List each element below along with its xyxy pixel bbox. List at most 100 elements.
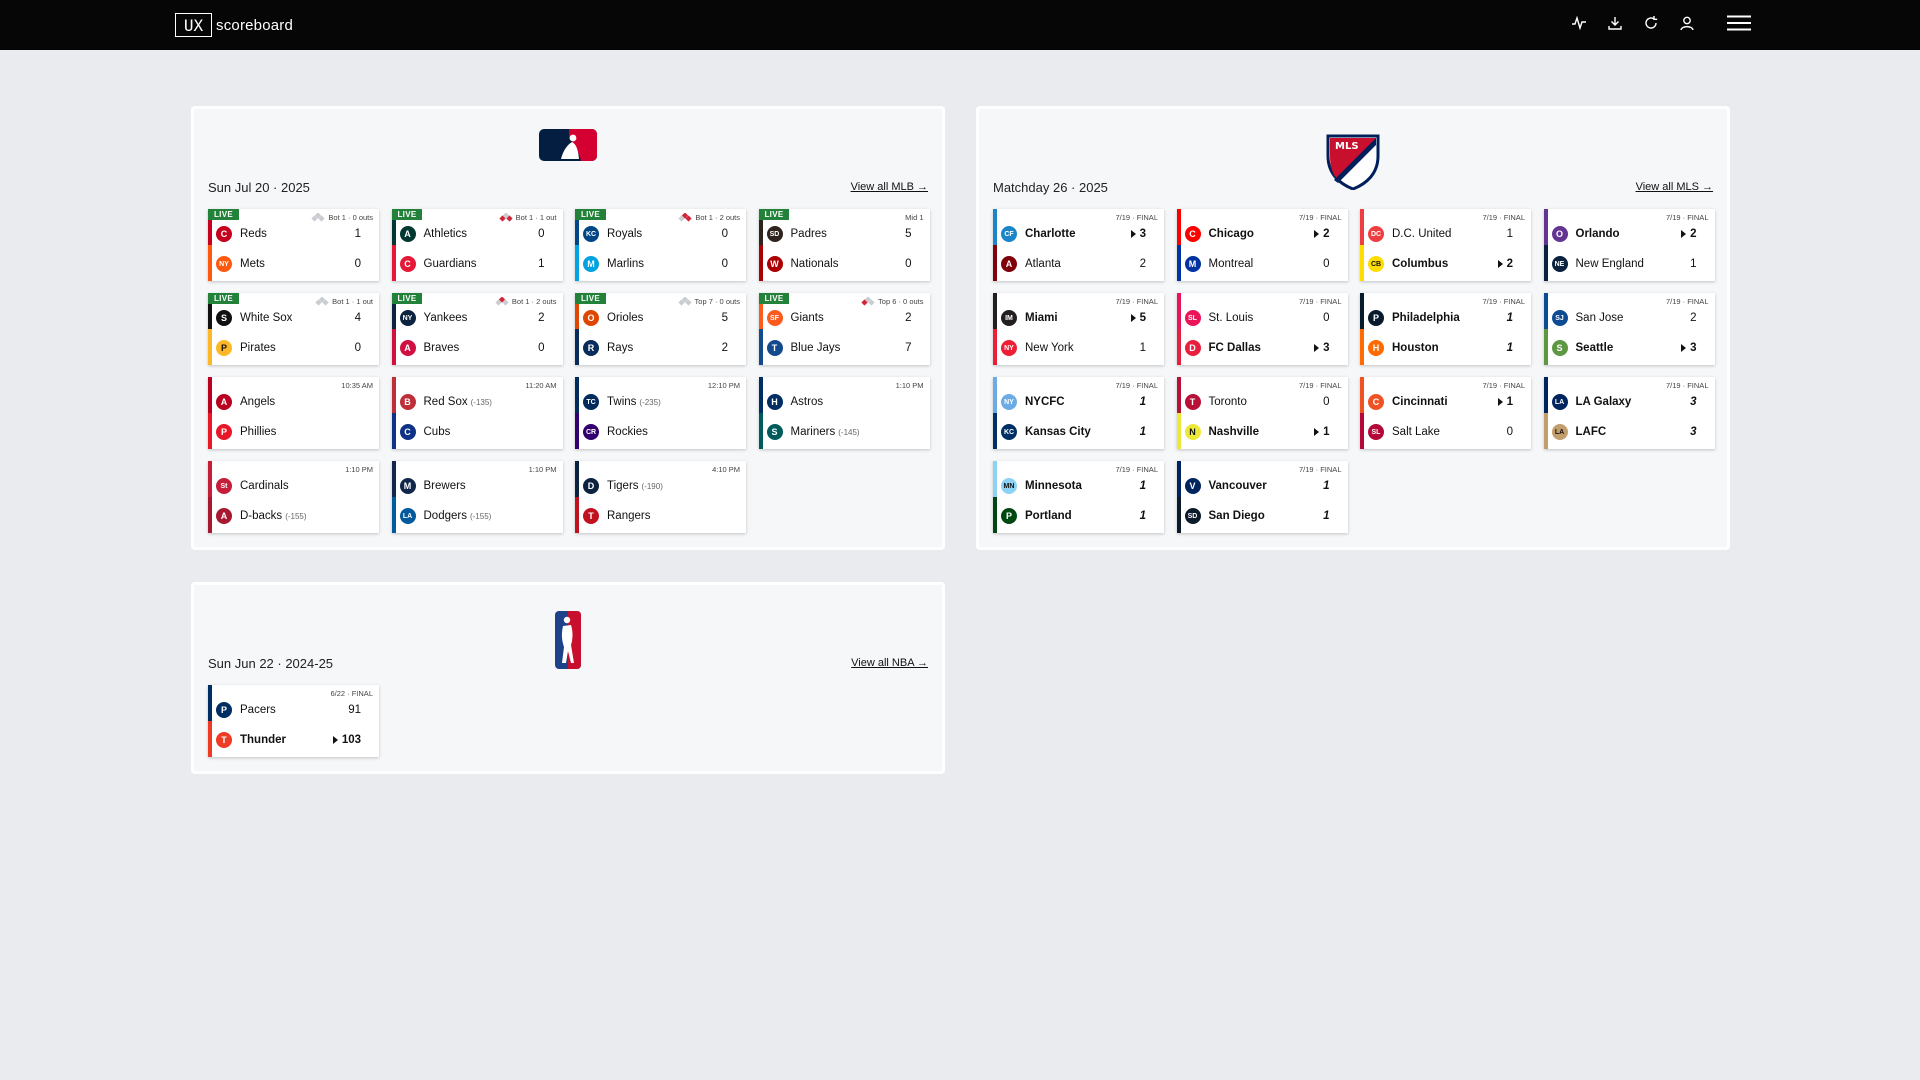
team-row: CB Columbus 2	[1368, 255, 1513, 273]
team-score: 2	[1497, 258, 1513, 270]
team-name: NYCFC	[1025, 396, 1065, 408]
game-card[interactable]: 1:10 PM H Astros S Mariners (-145)	[758, 377, 930, 449]
game-status: 7/19 · FINAL	[1666, 213, 1709, 222]
game-card[interactable]: 7/19 · FINAL C Cincinnati 1 SL Salt Lake 0	[1360, 377, 1531, 449]
team-name: Marlins	[607, 258, 645, 270]
view-all-nba-link[interactable]: View all NBA →	[851, 657, 928, 669]
team-row: D FC Dallas 3	[1184, 339, 1330, 357]
game-status-text: 7/19 · FINAL	[1482, 381, 1525, 390]
brand-logo[interactable]: UX scoreboard	[175, 13, 293, 37]
menu-icon[interactable]	[1726, 14, 1752, 32]
team-name: San Jose	[1575, 312, 1624, 324]
team-row: A D-backs (-155)	[216, 507, 361, 525]
game-card[interactable]: 7/19 · FINAL C Chicago 2 M Montreal 0	[1176, 209, 1348, 281]
team-color-bar	[208, 721, 212, 757]
game-card[interactable]: 10:35 AM A Angels P Phillies	[208, 377, 379, 449]
game-card[interactable]: 7/19 · FINAL O Orlando 2 NE New England 1	[1543, 209, 1715, 281]
game-card[interactable]: LIVE Bot 1 · 2 outs NY Yankees 2 A Braves 0	[391, 293, 563, 365]
winner-arrow-icon	[1497, 260, 1503, 268]
game-status: 7/19 · FINAL	[1299, 297, 1342, 306]
team-row: CF Charlotte 3	[1001, 225, 1146, 243]
team-logo-icon: DC	[1368, 226, 1384, 242]
score-value: 2	[721, 342, 728, 354]
team-row: H Astros	[766, 393, 912, 411]
team-logo-icon: IM	[1001, 310, 1017, 326]
game-card[interactable]: 7/19 · FINAL MN Minnesota 1 P Portland 1	[993, 461, 1164, 533]
team-name: Montreal	[1208, 258, 1254, 270]
game-card[interactable]: 6/22 · FINAL P Pacers 91 T Thunder 103	[208, 685, 379, 757]
download-icon[interactable]	[1606, 14, 1624, 32]
user-icon[interactable]	[1678, 14, 1696, 32]
game-status: 1:10 PM	[896, 381, 924, 390]
live-badge: LIVE	[575, 209, 606, 220]
game-card[interactable]: LIVE Bot 1 · 0 outs C Reds 1 NY Mets 0	[208, 209, 379, 281]
team-color-bar	[208, 413, 212, 449]
team-color-bar	[208, 685, 212, 721]
team-logo-icon: LA	[1551, 394, 1568, 410]
game-card[interactable]: 12:10 PM TC Twins (-235) CR Rockies	[575, 377, 746, 449]
game-card[interactable]: 7/19 · FINAL IM Miami 5 NY New York 1	[993, 293, 1164, 365]
game-card[interactable]: 1:10 PM St Cardinals A D-backs (-155)	[208, 461, 379, 533]
team-color-bar	[758, 329, 763, 365]
view-all-mlb-link[interactable]: View all MLB →	[851, 181, 928, 193]
activity-icon[interactable]	[1570, 14, 1588, 32]
team-row: N Nashville 1	[1184, 423, 1330, 441]
team-row: SL Salt Lake 0	[1368, 423, 1513, 441]
team-name: Guardians	[423, 258, 477, 270]
game-card[interactable]: LIVE Top 7 · 0 outs O Orioles 5 R Rays 2	[575, 293, 746, 365]
svg-text:MLS: MLS	[1335, 141, 1359, 152]
game-card[interactable]: 1:10 PM M Brewers LA Dodgers (-155)	[391, 461, 563, 533]
team-color-bar	[208, 377, 212, 413]
game-card[interactable]: 7/19 · FINAL DC D.C. United 1 CB Columbus 2	[1360, 209, 1531, 281]
score-value: 0	[354, 258, 361, 270]
team-score: 0	[905, 258, 911, 270]
view-all-mls-link[interactable]: View all MLS →	[1636, 181, 1713, 193]
game-card[interactable]: 7/19 · FINAL LA LA Galaxy 3 LA LAFC 3	[1543, 377, 1715, 449]
score-value: 1	[1323, 480, 1330, 492]
team-logo-icon: NE	[1551, 256, 1568, 272]
game-card[interactable]: 7/19 · FINAL T Toronto 0 N Nashville 1	[1176, 377, 1348, 449]
brand-mark: UX	[175, 13, 212, 37]
mlb-logo[interactable]	[539, 129, 597, 166]
team-name: Orioles	[607, 312, 644, 324]
game-card[interactable]: LIVE Bot 1 · 1 out S White Sox 4 P Pirates 0	[208, 293, 379, 365]
game-status: 11:20 AM	[525, 381, 556, 390]
team-name: Braves	[423, 342, 460, 354]
game-card[interactable]: 7/19 · FINAL SJ San Jose 2 S Seattle 3	[1543, 293, 1715, 365]
score-value: 1	[1139, 396, 1146, 408]
team-color-bar	[1360, 413, 1364, 449]
team-color-bar	[575, 377, 579, 413]
game-card[interactable]: 4:10 PM D Tigers (-190) T Rangers	[575, 461, 746, 533]
team-name: New York	[1025, 342, 1074, 354]
team-score: 1	[1497, 396, 1513, 408]
game-card[interactable]: 7/19 · FINAL NY NYCFC 1 KC Kansas City 1	[993, 377, 1164, 449]
team-color-bar	[208, 245, 212, 281]
team-name: Nationals	[790, 258, 839, 270]
score-value: 1	[1323, 426, 1330, 438]
game-card[interactable]: 11:20 AM B Red Sox (-135) C Cubs	[391, 377, 563, 449]
game-card[interactable]: LIVE Bot 1 · 1 out A Athletics 0 C Guardians 1	[391, 209, 563, 281]
game-card[interactable]: 7/19 · FINAL P Philadelphia 1 H Houston 1	[1360, 293, 1531, 365]
game-status-text: Bot 1 · 2 outs	[695, 213, 740, 222]
team-row: SD San Diego 1	[1184, 507, 1330, 525]
game-status-text: Bot 1 · 0 outs	[328, 213, 373, 222]
game-card[interactable]: 7/19 · FINAL V Vancouver 1 SD San Diego 1	[1176, 461, 1348, 533]
team-score: 1	[1140, 510, 1146, 522]
team-logo-icon: LA	[1551, 424, 1568, 440]
team-row: V Vancouver 1	[1184, 477, 1330, 495]
team-name: Padres	[790, 228, 827, 240]
team-name: Astros	[790, 396, 824, 408]
team-name: White Sox	[240, 312, 293, 324]
game-card[interactable]: 7/19 · FINAL CF Charlotte 3 A Atlanta 2	[993, 209, 1164, 281]
mlb-games-grid: LIVE Bot 1 · 0 outs C Reds 1 NY Mets 0 LIVE Bot 1…	[208, 209, 930, 533]
game-status-text: 7/19 · FINAL	[1482, 213, 1525, 222]
score-value: 2	[1139, 258, 1146, 270]
score-value: 1	[1139, 510, 1146, 522]
game-card[interactable]: LIVE Top 6 · 0 outs SF Giants 2 T Blue Jays 7	[758, 293, 930, 365]
team-score: 0	[355, 258, 361, 270]
team-score: 3	[1314, 342, 1330, 354]
game-card[interactable]: LIVE Mid 1 SD Padres 5 W Nationals 0	[758, 209, 930, 281]
refresh-icon[interactable]	[1642, 14, 1660, 32]
game-card[interactable]: 7/19 · FINAL SL St. Louis 0 D FC Dallas 3	[1176, 293, 1348, 365]
game-card[interactable]: LIVE Bot 1 · 2 outs KC Royals 0 M Marlins 0	[575, 209, 746, 281]
